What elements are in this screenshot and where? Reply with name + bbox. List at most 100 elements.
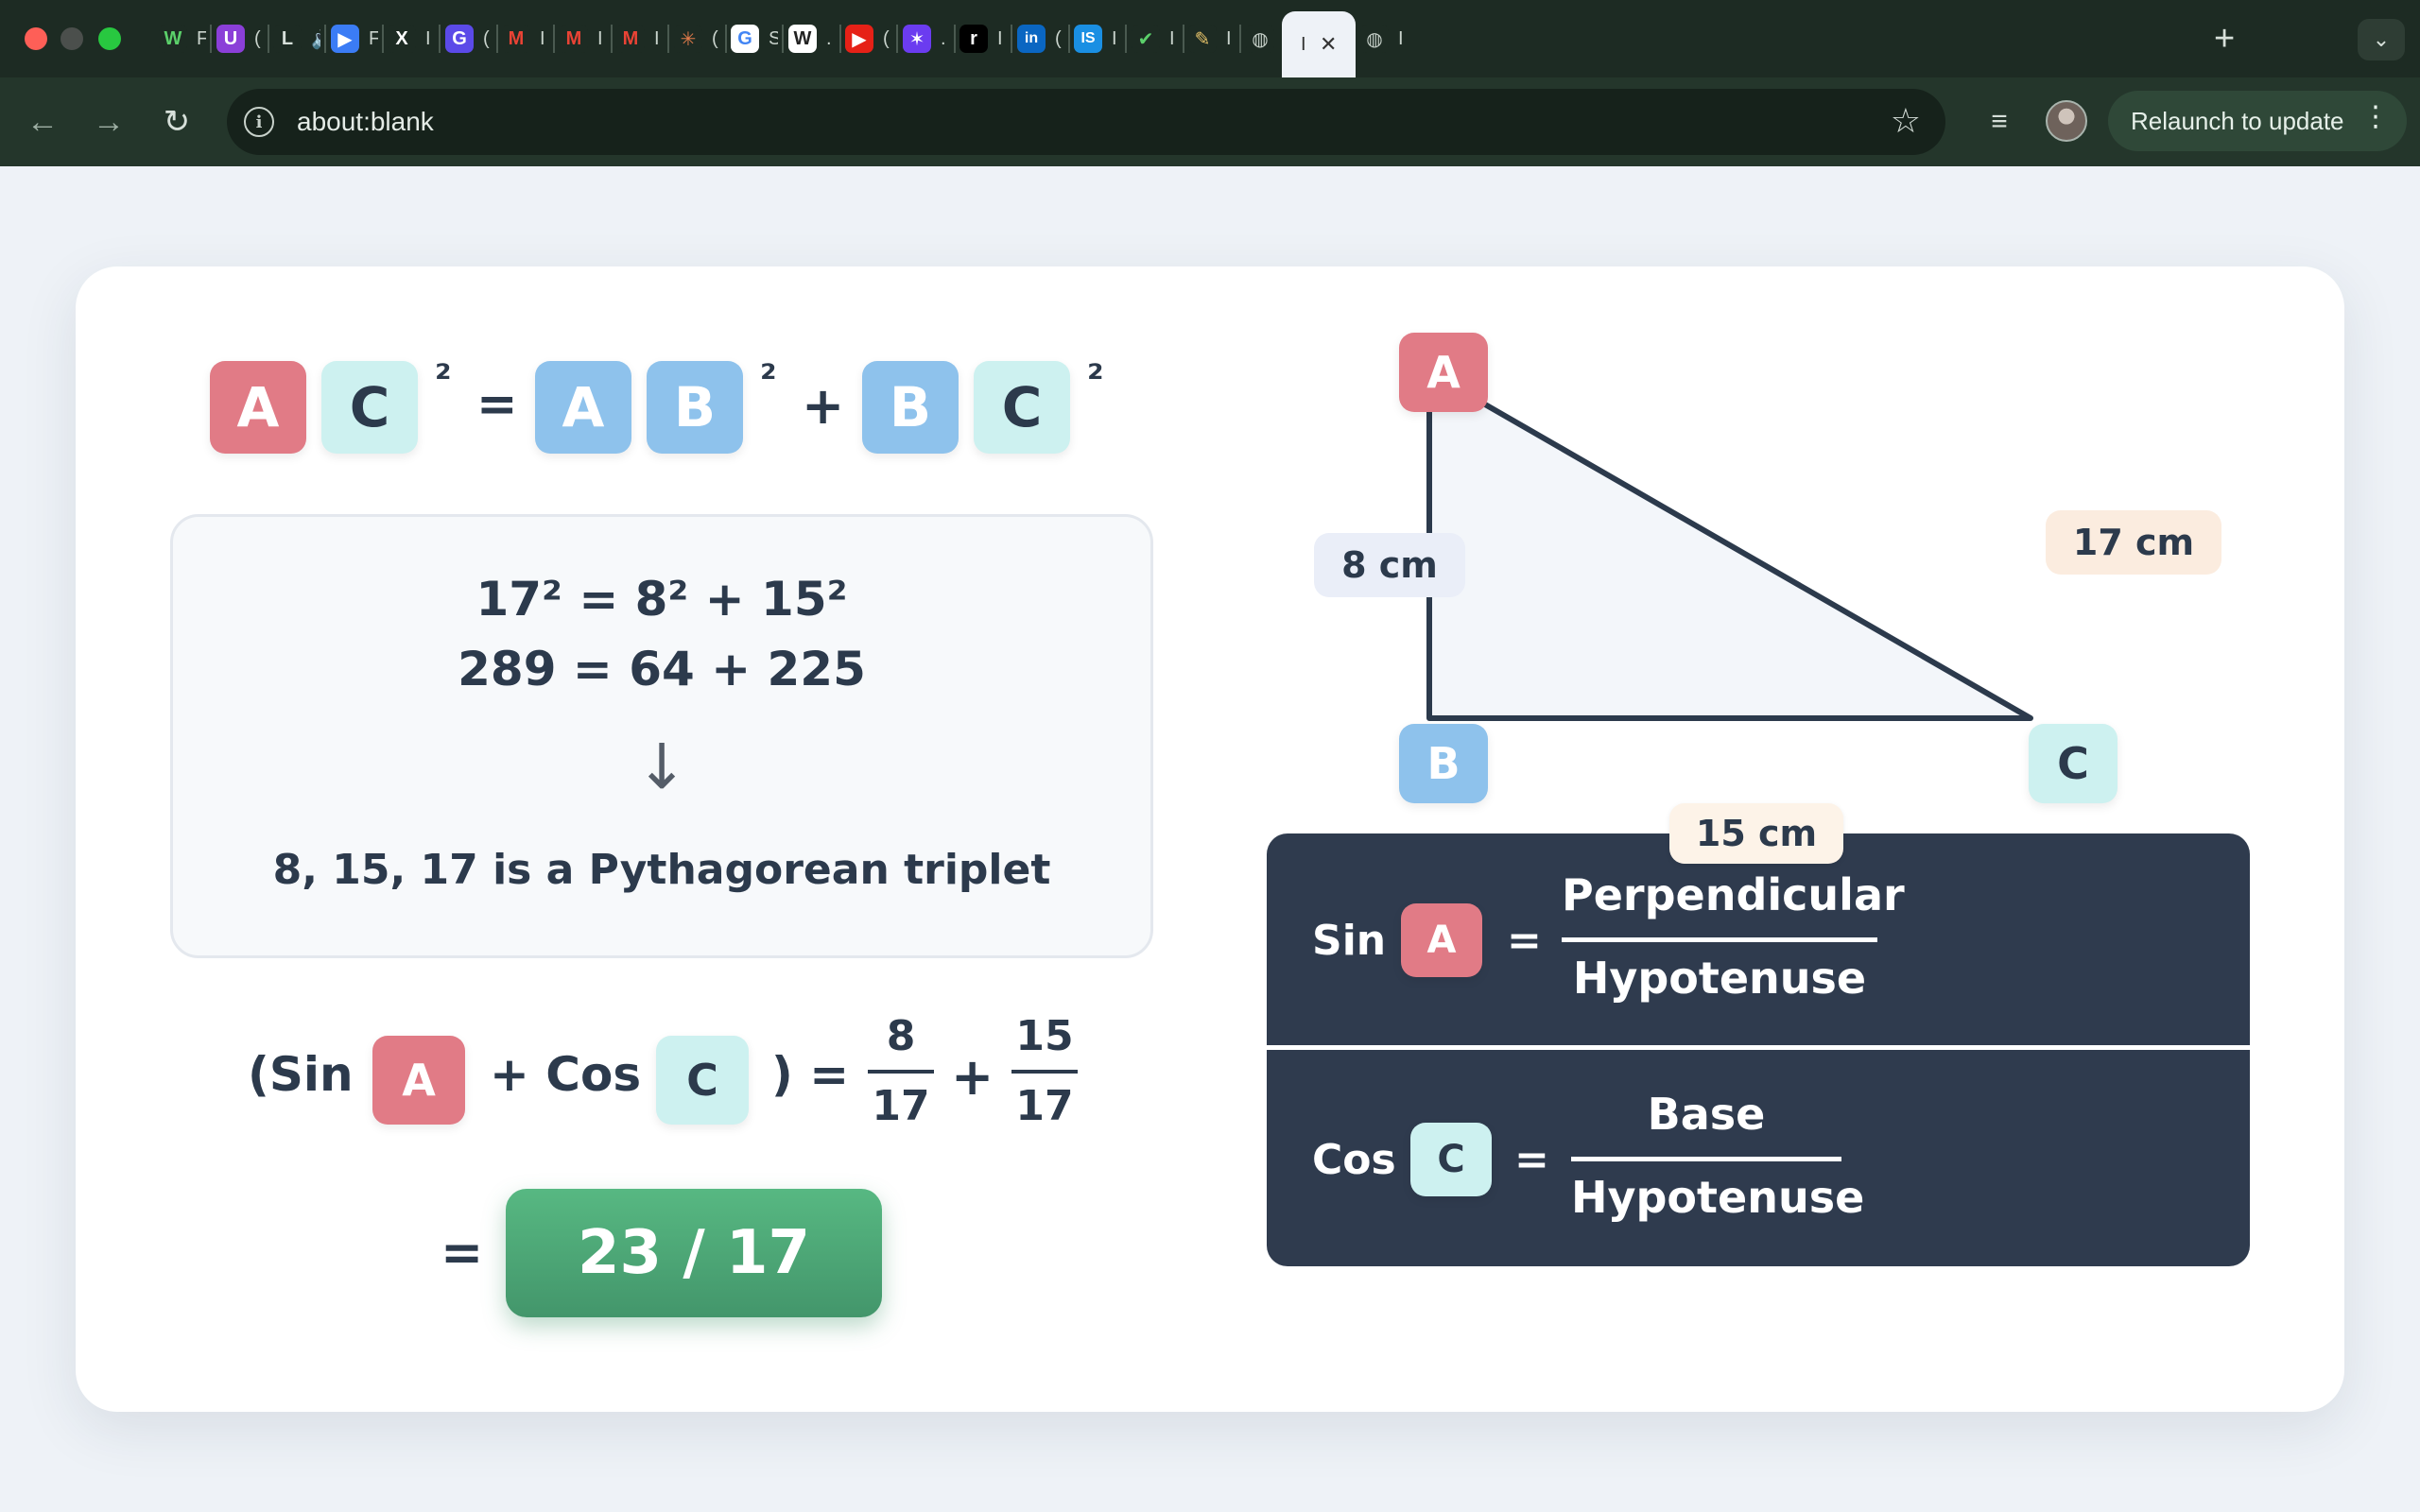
tab-title: I (1169, 27, 1175, 49)
vertex-a-label: A (1399, 333, 1488, 412)
close-paren-equals: ) = (771, 1047, 850, 1102)
gmail-icon: M (502, 25, 530, 53)
fraction-8-17: 8 17 (868, 1013, 934, 1130)
tab-separator (439, 25, 441, 53)
fraction-denominator: 17 (872, 1082, 930, 1130)
tab-title: I (1398, 27, 1404, 49)
tile-a: A (372, 1036, 465, 1125)
tab-title: I (1112, 27, 1117, 49)
tab-title: I (597, 27, 603, 49)
equals-sign: = (1514, 1136, 1549, 1184)
tab-separator (839, 25, 841, 53)
tab-separator (382, 25, 384, 53)
vertex-b-label: B (1399, 724, 1488, 803)
browser-tab[interactable]: in ( (1017, 17, 1064, 60)
fraction-bar (1562, 937, 1877, 942)
gmail-icon: M (560, 25, 588, 53)
browser-tab[interactable]: G( (445, 17, 493, 60)
fraction-bar (1011, 1070, 1078, 1074)
tab-separator (1183, 25, 1184, 53)
tab-title: ( (1055, 27, 1062, 49)
close-window-button[interactable] (25, 27, 47, 50)
sparkle-icon: ✳ (674, 25, 702, 53)
w-icon: W (159, 25, 187, 53)
arrow-left-icon: ← (26, 103, 59, 140)
tab-title: S (769, 27, 778, 49)
close-tab-icon[interactable]: ✕ (1320, 32, 1337, 57)
google-icon: G (731, 25, 759, 53)
browser-tab[interactable]: XI (388, 17, 435, 60)
browser-tab[interactable]: GS (731, 17, 778, 60)
is-icon: IS (1074, 25, 1102, 53)
tab-title: I (425, 27, 431, 49)
minimize-window-button[interactable] (60, 27, 83, 50)
arrow-right-icon: → (93, 103, 125, 140)
tab-separator (896, 25, 898, 53)
trig-ratios-panel: Sin A = Perpendicular Hypotenuse Cos C =… (1267, 833, 2250, 1266)
r-icon: r (959, 25, 988, 53)
browser-tab[interactable]: ◍I (1360, 17, 1408, 60)
x-icon: X (388, 25, 416, 53)
browser-tab[interactable]: U( (216, 17, 264, 60)
maximize-window-button[interactable] (98, 27, 121, 50)
browser-tab[interactable]: L🔊 (273, 17, 320, 60)
tab-title: ( (883, 27, 890, 49)
fraction-denominator: 17 (1015, 1082, 1074, 1130)
star-app-icon: ✶ (903, 25, 931, 53)
plus-sign: + (951, 1047, 994, 1107)
browser-tab[interactable]: WF (159, 17, 206, 60)
browser-tab[interactable]: ✶. (903, 17, 950, 60)
u-icon: U (216, 25, 245, 53)
tile-c: C (1410, 1123, 1492, 1196)
tab-search-button[interactable]: ⌄ (2358, 19, 2405, 60)
tab-title: I (997, 27, 1003, 49)
address-bar[interactable]: i about:blank ☆ (227, 89, 1945, 155)
linkedin-icon: in (1017, 25, 1046, 53)
browser-tab[interactable]: MI (616, 17, 664, 60)
tab-separator (268, 25, 269, 53)
tab-title: I (1226, 27, 1232, 49)
browser-tab[interactable]: rI (959, 17, 1007, 60)
browser-tab[interactable]: ▶ F (331, 17, 378, 60)
reload-button[interactable]: ↻ (153, 98, 200, 146)
tab-separator (725, 25, 727, 53)
media-controls-icon[interactable]: ≡ (1976, 98, 2023, 146)
sin-numerator: Perpendicular (1562, 869, 1905, 920)
l-icon: L (273, 25, 302, 53)
tab-title: F (197, 27, 206, 49)
browser-tab[interactable]: ▶( (845, 17, 892, 60)
tab-separator (496, 25, 498, 53)
tile-a: A (1401, 903, 1482, 977)
site-info-icon[interactable]: i (244, 107, 274, 137)
browser-tab[interactable]: IS I (1074, 17, 1121, 60)
chevron-down-icon: ⌄ (2372, 27, 2391, 51)
browser-tab[interactable]: I ✕ (1282, 11, 1357, 77)
tab-separator (1125, 25, 1127, 53)
back-button[interactable]: ← (19, 98, 66, 146)
tab-separator (667, 25, 669, 53)
sin-denominator: Hypotenuse (1572, 953, 1867, 1004)
browser-tab[interactable]: ✔ I (1132, 17, 1179, 60)
equals-sign: = (1507, 917, 1542, 965)
forward-button[interactable]: → (85, 98, 132, 146)
fraction-15-17: 15 17 (1011, 1013, 1078, 1130)
more-menu-icon[interactable]: ⋮ (2361, 100, 2390, 133)
tab-separator (1239, 25, 1241, 53)
browser-tab[interactable]: MI (560, 17, 607, 60)
tab-title: 🔊 (311, 27, 320, 51)
ratio-divider (1267, 1045, 2250, 1050)
profile-avatar[interactable] (2046, 100, 2087, 142)
relaunch-button[interactable]: Relaunch to update ⋮ (2108, 91, 2407, 151)
browser-tab[interactable]: ✎ I (1188, 17, 1236, 60)
url-text[interactable]: about:blank (297, 107, 434, 137)
browser-tab[interactable]: MI (502, 17, 549, 60)
browser-tab[interactable]: ✳( (674, 17, 721, 60)
tab-separator (1011, 25, 1012, 53)
tab-separator (553, 25, 555, 53)
tab-separator (782, 25, 784, 53)
browser-tab[interactable]: W. (788, 17, 836, 60)
new-tab-button[interactable]: + (2214, 21, 2235, 57)
cos-label: Cos (1312, 1136, 1396, 1184)
plus-cos-text: + Cos (490, 1047, 642, 1102)
bookmark-star-icon[interactable]: ☆ (1891, 102, 1921, 140)
